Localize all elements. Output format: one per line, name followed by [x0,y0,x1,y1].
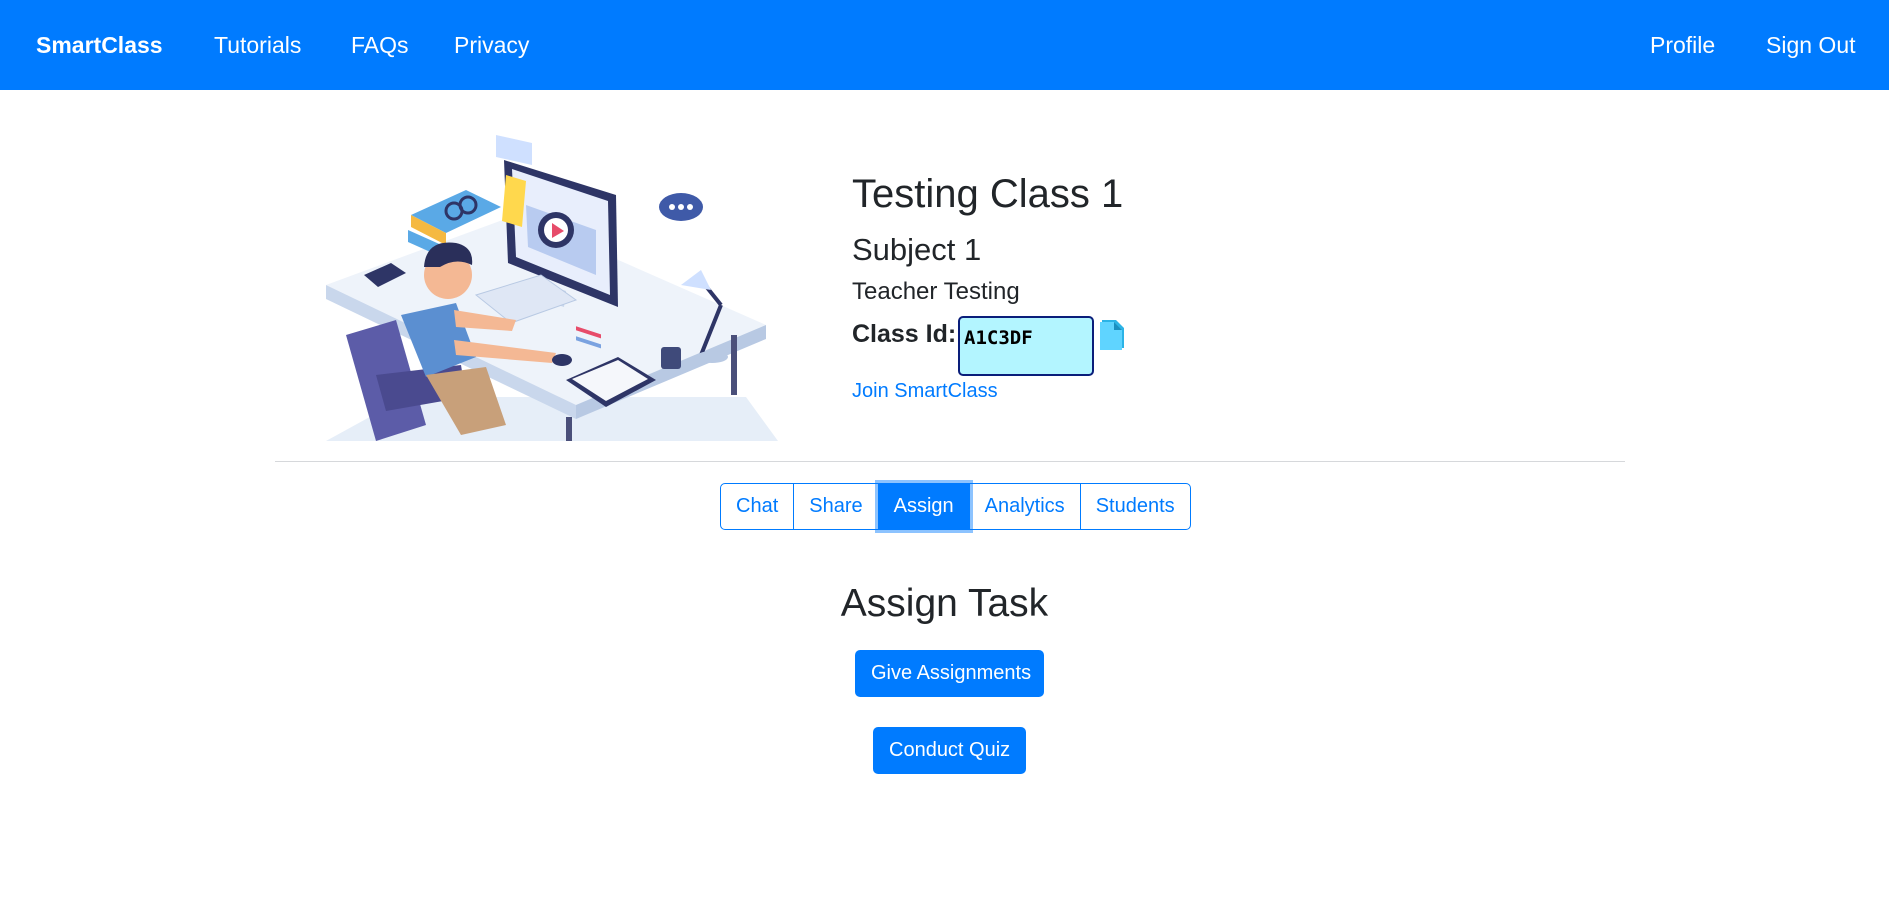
nav-tutorials[interactable]: Tutorials [214,0,301,90]
tab-analytics[interactable]: Analytics [968,483,1081,530]
conduct-quiz-button[interactable]: Conduct Quiz [873,727,1026,774]
class-title: Testing Class 1 [852,172,1124,216]
class-teacher: Teacher Testing [852,278,1020,305]
top-navbar: SmartClass Tutorials FAQs Privacy Profil… [0,0,1889,90]
assign-task-heading: Assign Task [840,582,1049,625]
tab-share[interactable]: Share [793,483,879,530]
copy-icon[interactable] [1098,318,1126,352]
brand-link[interactable]: SmartClass [36,0,163,90]
hero-illustration [326,135,778,441]
class-id-label: Class Id: [852,320,957,348]
join-smartclass-link[interactable]: Join SmartClass [852,380,998,403]
nav-privacy[interactable]: Privacy [454,0,529,90]
give-assignments-button[interactable]: Give Assignments [855,650,1044,697]
nav-faqs[interactable]: FAQs [351,0,409,90]
tab-chat[interactable]: Chat [720,483,795,530]
class-tabs: Chat Share Assign Analytics Students [720,483,1191,530]
class-subject: Subject 1 [852,232,982,267]
nav-profile[interactable]: Profile [1650,0,1715,90]
nav-sign-out[interactable]: Sign Out [1766,0,1856,90]
section-divider [275,461,1625,462]
class-id-field[interactable]: A1C3DF [958,316,1094,376]
tab-assign[interactable]: Assign [877,483,970,530]
tab-students[interactable]: Students [1079,483,1191,530]
